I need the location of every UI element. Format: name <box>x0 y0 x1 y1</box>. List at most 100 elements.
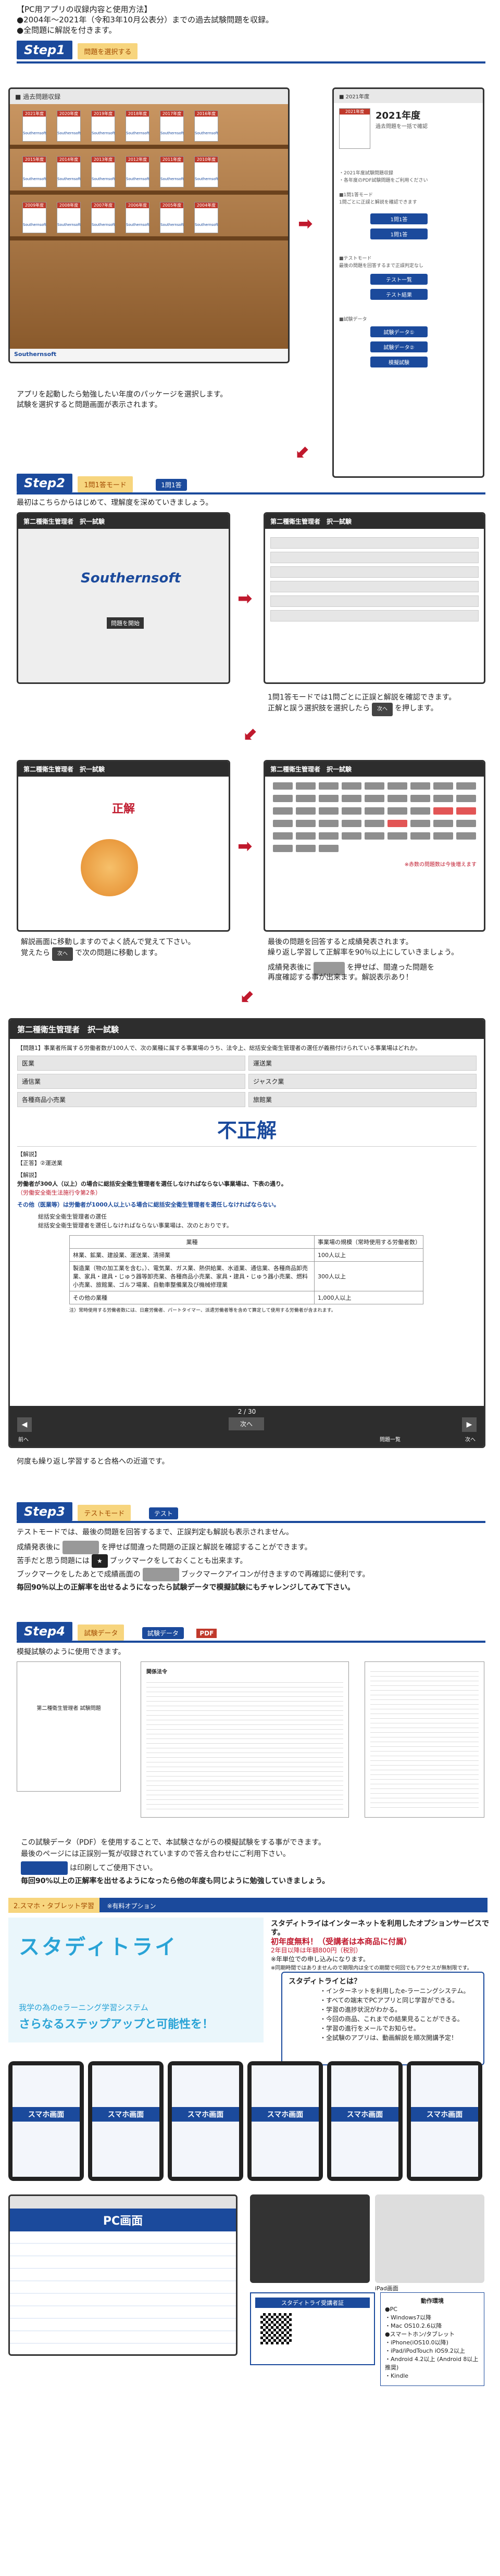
result-question-cell[interactable] <box>273 832 293 840</box>
step2-mode-button[interactable]: 1問1答 <box>156 479 187 491</box>
result-question-cell[interactable] <box>365 832 384 840</box>
detail-option[interactable]: 通信業 <box>17 1074 245 1089</box>
pdf-doc-page-title: 関係法令 <box>146 1669 167 1675</box>
year-package-book[interactable]: 2011年度 Southernsoft <box>160 156 184 187</box>
splash-start-button[interactable]: 問題を開始 <box>107 617 144 629</box>
result-question-cell[interactable] <box>433 832 453 840</box>
result-question-cell[interactable] <box>319 807 339 815</box>
result-question-cell[interactable] <box>342 832 361 840</box>
result-question-cell[interactable] <box>410 795 430 802</box>
year-package-book[interactable]: 2012年度 Southernsoft <box>126 156 149 187</box>
year-package-book[interactable]: 2009年度 Southernsoft <box>22 202 46 233</box>
detail-option[interactable]: 旅館業 <box>248 1092 477 1107</box>
step4-mode-button[interactable]: 試験データ <box>142 1627 184 1639</box>
answer-option[interactable] <box>270 595 479 607</box>
result-question-cell[interactable] <box>365 820 384 827</box>
result-question-cell[interactable] <box>342 795 361 802</box>
result-question-cell[interactable] <box>296 807 316 815</box>
result-question-cell[interactable] <box>410 820 430 827</box>
result-question-cell[interactable] <box>319 845 339 852</box>
panel-1q1a-button-2[interactable]: 1問1答 <box>370 229 428 239</box>
result-question-cell[interactable] <box>433 820 453 827</box>
panel-1q1a-button[interactable]: 1問1答 <box>370 213 428 224</box>
year-package-book[interactable]: 2017年度 Southernsoft <box>160 110 184 142</box>
prev-icon[interactable]: ◀ <box>17 1417 32 1432</box>
result-question-cell[interactable] <box>296 795 316 802</box>
year-package-book[interactable]: 2016年度 Southernsoft <box>194 110 218 142</box>
result-question-cell[interactable] <box>388 820 407 827</box>
result-question-cell[interactable] <box>319 832 339 840</box>
detail-page: 2 / 30 <box>238 1408 256 1415</box>
answer-option[interactable] <box>270 566 479 578</box>
result-question-cell[interactable] <box>388 807 407 815</box>
result-question-cell[interactable] <box>433 782 453 790</box>
detail-nav-list[interactable]: 問題一覧 <box>380 1435 401 1443</box>
result-question-cell[interactable] <box>456 832 476 840</box>
result-question-cell[interactable] <box>273 782 293 790</box>
panel-test-result-button[interactable]: テスト結果 <box>370 289 428 300</box>
detail-option[interactable]: 医業 <box>17 1056 245 1071</box>
year-package-book[interactable]: 2007年度 Southernsoft <box>91 202 115 233</box>
result-question-cell[interactable] <box>365 795 384 802</box>
year-package-book[interactable]: 2018年度 Southernsoft <box>126 110 149 142</box>
result-question-cell[interactable] <box>388 782 407 790</box>
result-question-cell[interactable] <box>456 820 476 827</box>
answer-option[interactable] <box>270 581 479 592</box>
panel-exam-data-2-button[interactable]: 試験データ② <box>370 341 428 352</box>
result-question-cell[interactable] <box>388 832 407 840</box>
result-question-cell[interactable] <box>342 807 361 815</box>
step4-line-1: この試験データ（PDF）を使用することで、本試験さながらの模擬試験をする事ができ… <box>21 1838 326 1847</box>
answer-option[interactable] <box>270 552 479 563</box>
result-question-cell[interactable] <box>365 807 384 815</box>
year-package-book[interactable]: 2014年度 Southernsoft <box>57 156 81 187</box>
result-question-cell[interactable] <box>410 832 430 840</box>
result-question-cell[interactable] <box>296 845 316 852</box>
year-package-book[interactable]: 2004年度 Southernsoft <box>194 202 218 233</box>
answer-option[interactable] <box>270 610 479 621</box>
result-question-cell[interactable] <box>388 795 407 802</box>
result-question-cell[interactable] <box>273 795 293 802</box>
result-question-cell[interactable] <box>456 782 476 790</box>
result-question-cell[interactable] <box>319 820 339 827</box>
result-question-cell[interactable] <box>296 832 316 840</box>
detail-next-button[interactable]: 次へ <box>229 1417 265 1430</box>
year-package-book[interactable]: 2019年度 Southernsoft <box>91 110 115 142</box>
year-package-book[interactable]: 2020年度 Southernsoft <box>57 110 81 142</box>
step3-mode-button[interactable]: テスト <box>148 1507 178 1519</box>
result-question-cell[interactable] <box>296 820 316 827</box>
result-question-cell[interactable] <box>319 795 339 802</box>
result-question-cell[interactable] <box>273 807 293 815</box>
result-question-cell[interactable] <box>342 782 361 790</box>
result-question-cell[interactable] <box>273 845 293 852</box>
year-package-book[interactable]: 2005年度 Southernsoft <box>160 202 184 233</box>
panel-mock-exam-button[interactable]: 模擬試験 <box>370 357 428 367</box>
book-year-label: 2015年度 <box>23 157 46 162</box>
step3-line-3: 苦手だと思う問題には ★ ブックマークをしておくことも出来ます。 <box>17 1554 247 1568</box>
answer-option[interactable] <box>270 537 479 549</box>
result-question-cell[interactable] <box>433 807 453 815</box>
step2-tag: 1問1答モード <box>78 476 133 492</box>
year-package-book[interactable]: 2006年度 Southernsoft <box>126 202 149 233</box>
next-icon[interactable]: ▶ <box>462 1417 477 1432</box>
result-question-cell[interactable] <box>342 820 361 827</box>
result-question-cell[interactable] <box>456 795 476 802</box>
result-question-cell[interactable] <box>456 807 476 815</box>
panel-exam-data-1-button[interactable]: 試験データ① <box>370 326 428 337</box>
step2-caption-b2: 覚えたら 次へ で次の問題に移動します。 <box>21 947 162 961</box>
detail-option[interactable]: 運送業 <box>248 1056 477 1071</box>
result-question-cell[interactable] <box>433 795 453 802</box>
result-question-cell[interactable] <box>365 782 384 790</box>
detail-option[interactable]: ジャスク業 <box>248 1074 477 1089</box>
result-question-cell[interactable] <box>273 820 293 827</box>
result-question-cell[interactable] <box>319 782 339 790</box>
panel-test-list-button[interactable]: テスト一覧 <box>370 274 428 285</box>
year-package-book[interactable]: 2008年度 Southernsoft <box>57 202 81 233</box>
result-question-cell[interactable] <box>296 782 316 790</box>
detail-option[interactable]: 各種商品小売業 <box>17 1092 245 1107</box>
year-package-book[interactable]: 2015年度 Southernsoft <box>22 156 46 187</box>
year-package-book[interactable]: 2021年度 Southernsoft <box>22 110 46 142</box>
result-question-cell[interactable] <box>410 782 430 790</box>
year-package-book[interactable]: 2013年度 Southernsoft <box>91 156 115 187</box>
result-question-cell[interactable] <box>410 807 430 815</box>
year-package-book[interactable]: 2010年度 Southernsoft <box>194 156 218 187</box>
